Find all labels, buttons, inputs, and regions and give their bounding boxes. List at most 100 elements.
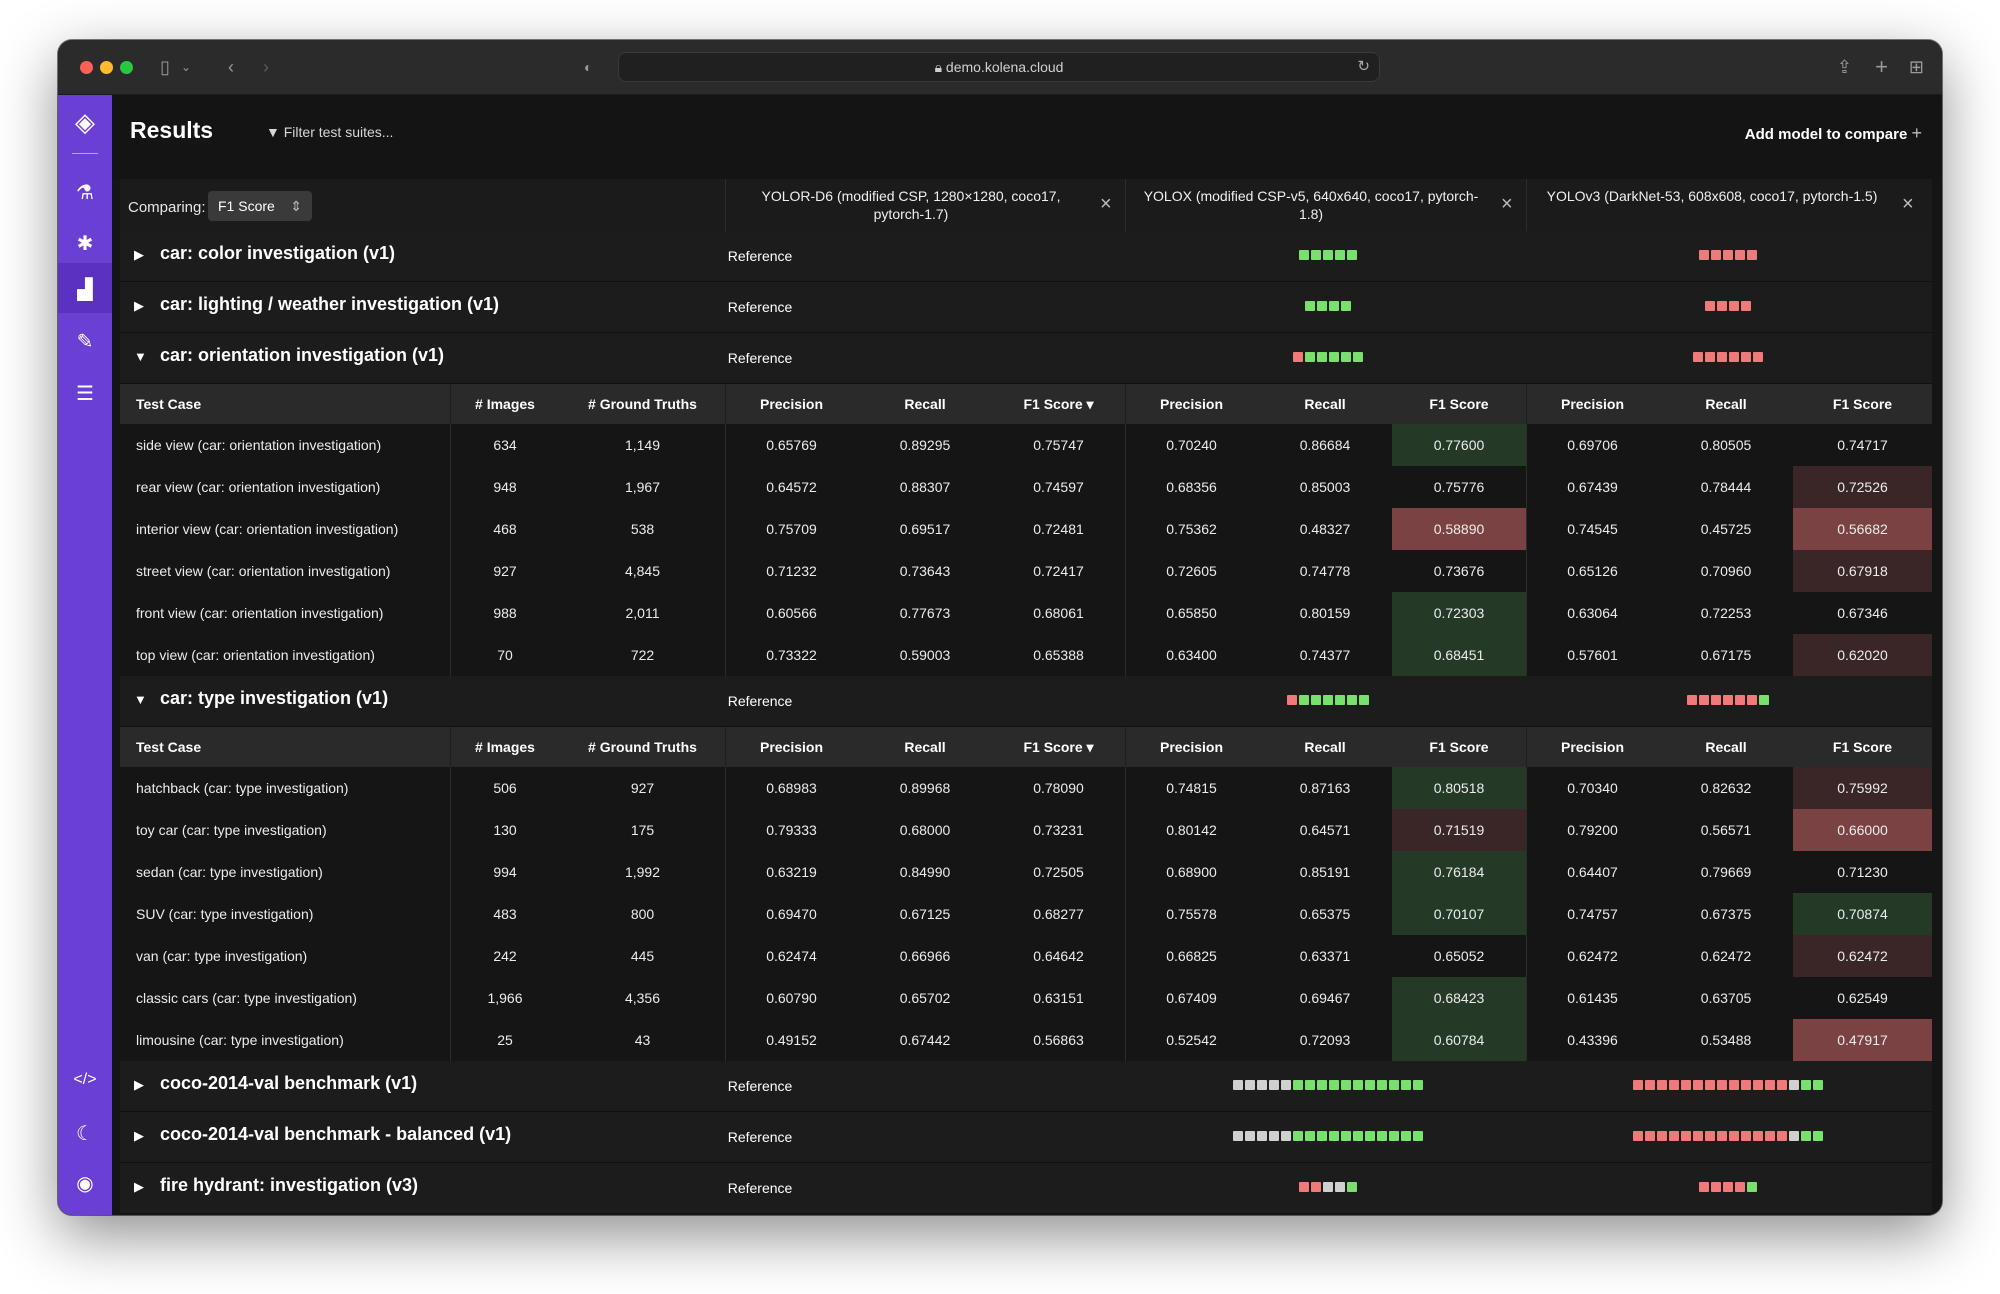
column-header-recall[interactable]: Recall [1659, 727, 1793, 767]
tab-overview-icon[interactable]: ⊞ [1909, 55, 1924, 79]
table-row[interactable]: front view (car: orientation investigati… [120, 592, 1932, 634]
remove-model-1-icon[interactable]: × [1100, 193, 1112, 216]
address-bar[interactable]: 🔒︎ demo.kolena.cloud ↻ [618, 52, 1380, 82]
caret-down-icon[interactable]: ▼ [134, 349, 147, 364]
model-2-summary-dots [1305, 301, 1351, 311]
caret-down-icon[interactable]: ▼ [134, 692, 147, 707]
caret-right-icon[interactable]: ▶ [134, 1128, 144, 1144]
sidebar-toggle-icon[interactable]: ▯ [160, 55, 170, 79]
result-dot [1413, 1131, 1423, 1141]
column-header-f1[interactable]: F1 Score [1392, 384, 1526, 424]
column-header-test-case[interactable]: Test Case [120, 384, 450, 424]
table-row[interactable]: sedan (car: type investigation) 994 1,992 0… [120, 851, 1932, 893]
chevron-down-icon[interactable]: ⌄ [181, 55, 191, 79]
column-header-precision[interactable]: Precision [725, 384, 858, 424]
share-icon[interactable]: ⇪ [1837, 55, 1852, 79]
table-row[interactable]: hatchback (car: type investigation) 506 92… [120, 767, 1932, 809]
column-header-precision[interactable]: Precision [1125, 384, 1258, 424]
test-suite-row[interactable]: ▶ coco-2014-val benchmark - balanced (v1)… [120, 1112, 1932, 1163]
test-suite-row[interactable]: ▶ car: lighting / weather investigation (… [120, 282, 1932, 333]
kolena-logo-icon[interactable]: ◈ [58, 107, 112, 138]
table-row[interactable]: interior view (car: orientation investig… [120, 508, 1932, 550]
flask-icon[interactable]: ⚗ [58, 180, 112, 205]
test-suite-row[interactable]: ▶ fire hydrant: investigation (v3) Referen… [120, 1163, 1932, 1214]
column-header-f1[interactable]: F1 Score [1793, 384, 1932, 424]
comparing-metric-select[interactable]: F1 Score ⇕ [208, 191, 312, 221]
column-header-recall[interactable]: Recall [1258, 384, 1392, 424]
table-row[interactable]: SUV (car: type investigation) 483 800 0.694… [120, 893, 1932, 935]
metric-cell: 0.78444 [1700, 479, 1752, 495]
column-header-precision[interactable]: Precision [1526, 384, 1659, 424]
back-icon[interactable]: ‹ [228, 55, 234, 79]
column-header-precision[interactable]: Precision [1125, 727, 1258, 767]
reload-icon[interactable]: ↻ [1357, 57, 1370, 75]
column-header-precision[interactable]: Precision [1526, 727, 1659, 767]
table-row[interactable]: side view (car: orientation investigatio… [120, 424, 1932, 466]
table-row[interactable]: toy car (car: type investigation) 130 175 0… [120, 809, 1932, 851]
metric-cell: 0.71232 [766, 563, 817, 579]
minimize-window-icon[interactable] [100, 61, 113, 74]
snowflake-icon[interactable]: ✱ [58, 231, 112, 256]
test-suite-row[interactable]: ▶ car: color investigation (v1) Reference [120, 231, 1932, 282]
table-row[interactable]: top view (car: orientation investigation… [120, 634, 1932, 676]
metric-cell: 0.80142 [1166, 822, 1217, 838]
filter-test-suites[interactable]: ▼ Filter test suites... [266, 124, 393, 140]
table-row[interactable]: street view (car: orientation investigat… [120, 550, 1932, 592]
forward-icon[interactable]: › [263, 55, 269, 79]
close-window-icon[interactable] [80, 61, 93, 74]
comparison-header: Comparing: F1 Score ⇕ YOLOR-D6 (modified … [120, 179, 1932, 231]
table-row[interactable]: limousine (car: type investigation) 25 43 0… [120, 1019, 1932, 1061]
table-row[interactable]: rear view (car: orientation investigatio… [120, 466, 1932, 508]
column-header-images[interactable]: # Images [450, 727, 560, 767]
test-suite-row[interactable]: ▼ car: type investigation (v1) Reference [120, 676, 1932, 727]
column-header-row: Test Case # Images # Ground Truths Precisio… [120, 727, 1932, 767]
moon-icon[interactable]: ☾ [58, 1121, 112, 1146]
result-dot [1335, 250, 1345, 260]
code-icon[interactable]: </> [58, 1071, 112, 1089]
column-header-test-case[interactable]: Test Case [120, 727, 450, 767]
column-header-f1[interactable]: F1 Score [1793, 727, 1932, 767]
result-dot [1741, 352, 1751, 362]
zoom-window-icon[interactable] [120, 61, 133, 74]
table-row[interactable]: classic cars (car: type investigation) 1,… [120, 977, 1932, 1019]
caret-right-icon[interactable]: ▶ [134, 1077, 144, 1093]
metric-cell: 0.73231 [1033, 822, 1084, 838]
column-header-f1[interactable]: F1 Score [1392, 727, 1526, 767]
test-suite-row[interactable]: ▼ car: orientation investigation (v1) Refe… [120, 333, 1932, 384]
metric-cell: 0.73643 [899, 563, 951, 579]
caret-right-icon[interactable]: ▶ [134, 298, 144, 314]
metric-cell: 0.85191 [1299, 864, 1351, 880]
user-icon[interactable]: ◉ [58, 1171, 112, 1196]
new-tab-icon[interactable]: + [1875, 55, 1888, 79]
column-header-recall[interactable]: Recall [858, 727, 992, 767]
column-header-ground-truths[interactable]: # Ground Truths [560, 384, 725, 424]
table-row[interactable]: van (car: type investigation) 242 445 0.624… [120, 935, 1932, 977]
metric-cell: 0.68451 [1392, 634, 1526, 676]
result-dot [1305, 1131, 1315, 1141]
edit-icon[interactable]: ✎ [58, 329, 112, 354]
result-dot [1789, 1080, 1799, 1090]
caret-right-icon[interactable]: ▶ [134, 247, 144, 263]
remove-model-2-icon[interactable]: × [1501, 193, 1513, 216]
column-header-ground-truths[interactable]: # Ground Truths [560, 727, 725, 767]
column-header-f1-sorted[interactable]: F1 Score ▾ [992, 384, 1125, 424]
add-model-button[interactable]: Add model to compare + [1745, 123, 1922, 144]
column-header-recall[interactable]: Recall [1258, 727, 1392, 767]
metric-cell: 0.63064 [1567, 605, 1618, 621]
model-2-summary-dots [1293, 352, 1363, 362]
column-header-f1-sorted[interactable]: F1 Score ▾ [992, 727, 1125, 767]
test-suite-row[interactable]: ▶ coco-2014-val benchmark (v1) Reference [120, 1061, 1932, 1112]
results-chart-icon[interactable]: ▟ [58, 277, 112, 302]
remove-model-3-icon[interactable]: × [1902, 193, 1914, 216]
column-header-images[interactable]: # Images [450, 384, 560, 424]
result-dot [1305, 301, 1315, 311]
metric-cell: 506 [493, 780, 517, 796]
test-case-name: classic cars (car: type investigation) [136, 990, 357, 1006]
shield-icon[interactable]: ◐ [584, 55, 592, 79]
column-header-recall[interactable]: Recall [858, 384, 992, 424]
column-header-recall[interactable]: Recall [1659, 384, 1793, 424]
metric-cell: 0.68423 [1392, 977, 1526, 1019]
caret-right-icon[interactable]: ▶ [134, 1179, 144, 1195]
list-icon[interactable]: ☰ [58, 381, 112, 406]
column-header-precision[interactable]: Precision [725, 727, 858, 767]
